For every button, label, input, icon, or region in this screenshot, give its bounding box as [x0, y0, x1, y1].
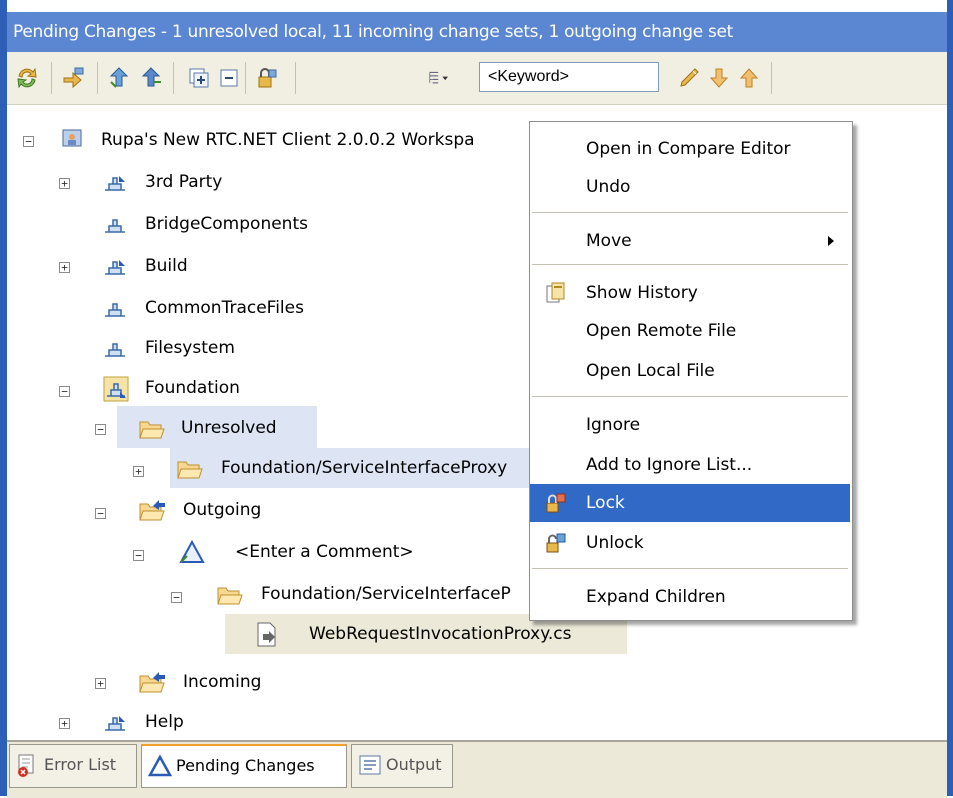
menu-item-unlock[interactable]: Unlock — [530, 524, 850, 562]
workspace-collapse-toggle[interactable]: − — [23, 136, 34, 147]
component-label: Build — [145, 256, 188, 276]
menu-separator — [532, 264, 848, 265]
component-icon — [103, 376, 129, 402]
component-icon — [105, 343, 125, 357]
menu-separator — [532, 212, 848, 213]
third-party-expand-toggle[interactable]: + — [59, 178, 70, 189]
menu-item-label: Lock — [586, 493, 625, 513]
pending-changes-icon — [148, 754, 172, 777]
tab-label: Pending Changes — [176, 756, 315, 775]
check-in-icon[interactable] — [105, 64, 133, 92]
menu-item-add-to-ignore-list[interactable]: Add to Ignore List... — [530, 446, 850, 484]
menu-item-expand-children[interactable]: Expand Children — [530, 578, 850, 616]
submenu-arrow-icon — [828, 236, 834, 246]
change-set-icon — [179, 540, 205, 563]
unresolved-item-label: Foundation/ServiceInterfaceProxy — [221, 458, 508, 478]
incoming-label: Incoming — [183, 672, 262, 692]
folder-open-icon — [217, 587, 243, 605]
error-list-icon — [18, 754, 34, 777]
lock-icon — [546, 493, 566, 513]
menu-item-move[interactable]: Move — [530, 222, 850, 260]
component-label: 3rd Party — [145, 172, 223, 192]
tab-label: Output — [386, 755, 442, 774]
history-icon — [546, 282, 565, 303]
menu-item-show-history[interactable]: Show History — [530, 274, 850, 312]
tab-error-list[interactable]: Error List — [9, 744, 137, 788]
lock-icon[interactable] — [253, 64, 281, 92]
workspace-label: Rupa's New RTC.NET Client 2.0.0.2 Worksp… — [101, 130, 475, 150]
component-icon — [105, 716, 125, 731]
menu-item-label: Open in Compare Editor — [586, 139, 791, 159]
component-label: CommonTraceFiles — [145, 298, 304, 318]
component-label: Help — [145, 712, 184, 732]
filter-dropdown-icon[interactable] — [427, 64, 455, 92]
menu-item-label: Show History — [586, 283, 698, 303]
workspace-icon — [62, 129, 82, 147]
foundation-collapse-toggle[interactable]: − — [59, 386, 70, 397]
tab-output[interactable]: Output — [351, 744, 453, 788]
file-icon — [257, 622, 276, 647]
menu-item-open-local-file[interactable]: Open Local File — [530, 352, 850, 390]
menu-item-label: Unlock — [586, 533, 644, 553]
accept-icon[interactable] — [59, 64, 87, 92]
deliver-icon[interactable] — [137, 64, 165, 92]
keyword-search-input[interactable] — [479, 62, 659, 92]
previous-icon[interactable] — [735, 64, 763, 92]
component-icon — [105, 176, 125, 191]
context-menu: Open in Compare Editor Undo Move Show Hi… — [529, 121, 853, 621]
outgoing-folder-collapse-toggle[interactable]: − — [171, 592, 182, 603]
menu-item-undo[interactable]: Undo — [530, 168, 850, 206]
menu-item-label: Open Local File — [586, 361, 715, 381]
outgoing-folder-label: Foundation/ServiceInterfaceP — [261, 584, 511, 604]
menu-item-open-remote-file[interactable]: Open Remote File — [530, 312, 850, 350]
incoming-folder-icon — [139, 672, 165, 693]
incoming-expand-toggle[interactable]: + — [95, 678, 106, 689]
collapse-all-icon[interactable] — [215, 64, 243, 92]
component-icon — [105, 303, 125, 317]
menu-item-label: Move — [586, 231, 632, 251]
output-icon — [359, 755, 381, 775]
window-title: Pending Changes - 1 unresolved local, 11… — [7, 12, 947, 52]
folder-open-icon — [139, 421, 165, 439]
unresolved-item-expand-toggle[interactable]: + — [133, 466, 144, 477]
menu-item-label: Undo — [586, 177, 631, 197]
unresolved-collapse-toggle[interactable]: − — [95, 424, 106, 435]
component-icon — [105, 260, 125, 275]
menu-separator — [532, 396, 848, 397]
build-expand-toggle[interactable]: + — [59, 262, 70, 273]
component-label: Filesystem — [145, 338, 235, 358]
component-icon — [105, 219, 125, 233]
change-set-comment-label: <Enter a Comment> — [235, 542, 414, 562]
outgoing-folder-icon — [139, 500, 165, 521]
menu-item-open-compare-editor[interactable]: Open in Compare Editor — [530, 130, 850, 168]
toolbar — [7, 52, 947, 105]
expand-all-icon[interactable] — [185, 64, 213, 92]
pending-changes-window: Pending Changes - 1 unresolved local, 11… — [0, 0, 953, 798]
change-set-collapse-toggle[interactable]: − — [133, 550, 144, 561]
component-label: Foundation — [145, 378, 240, 398]
tab-label: Error List — [44, 755, 117, 774]
menu-item-label: Ignore — [586, 415, 641, 435]
outgoing-collapse-toggle[interactable]: − — [95, 508, 106, 519]
tab-pending-changes[interactable]: Pending Changes — [141, 744, 347, 788]
search-icon[interactable] — [675, 64, 703, 92]
outgoing-label: Outgoing — [183, 500, 262, 520]
unlock-icon — [546, 533, 566, 553]
component-label: BridgeComponents — [145, 214, 308, 234]
menu-item-label: Open Remote File — [586, 321, 737, 341]
menu-item-lock[interactable]: Lock — [530, 484, 850, 522]
next-icon[interactable] — [705, 64, 733, 92]
menu-item-label: Add to Ignore List... — [586, 455, 753, 475]
folder-open-icon — [177, 461, 203, 479]
bottom-tab-bar: Error List Pending Changes Output — [7, 740, 947, 798]
refresh-icon[interactable] — [13, 64, 41, 92]
menu-separator — [532, 568, 848, 569]
menu-item-label: Expand Children — [586, 587, 726, 607]
unresolved-label: Unresolved — [181, 418, 277, 438]
help-expand-toggle[interactable]: + — [59, 718, 70, 729]
menu-item-ignore[interactable]: Ignore — [530, 406, 850, 444]
